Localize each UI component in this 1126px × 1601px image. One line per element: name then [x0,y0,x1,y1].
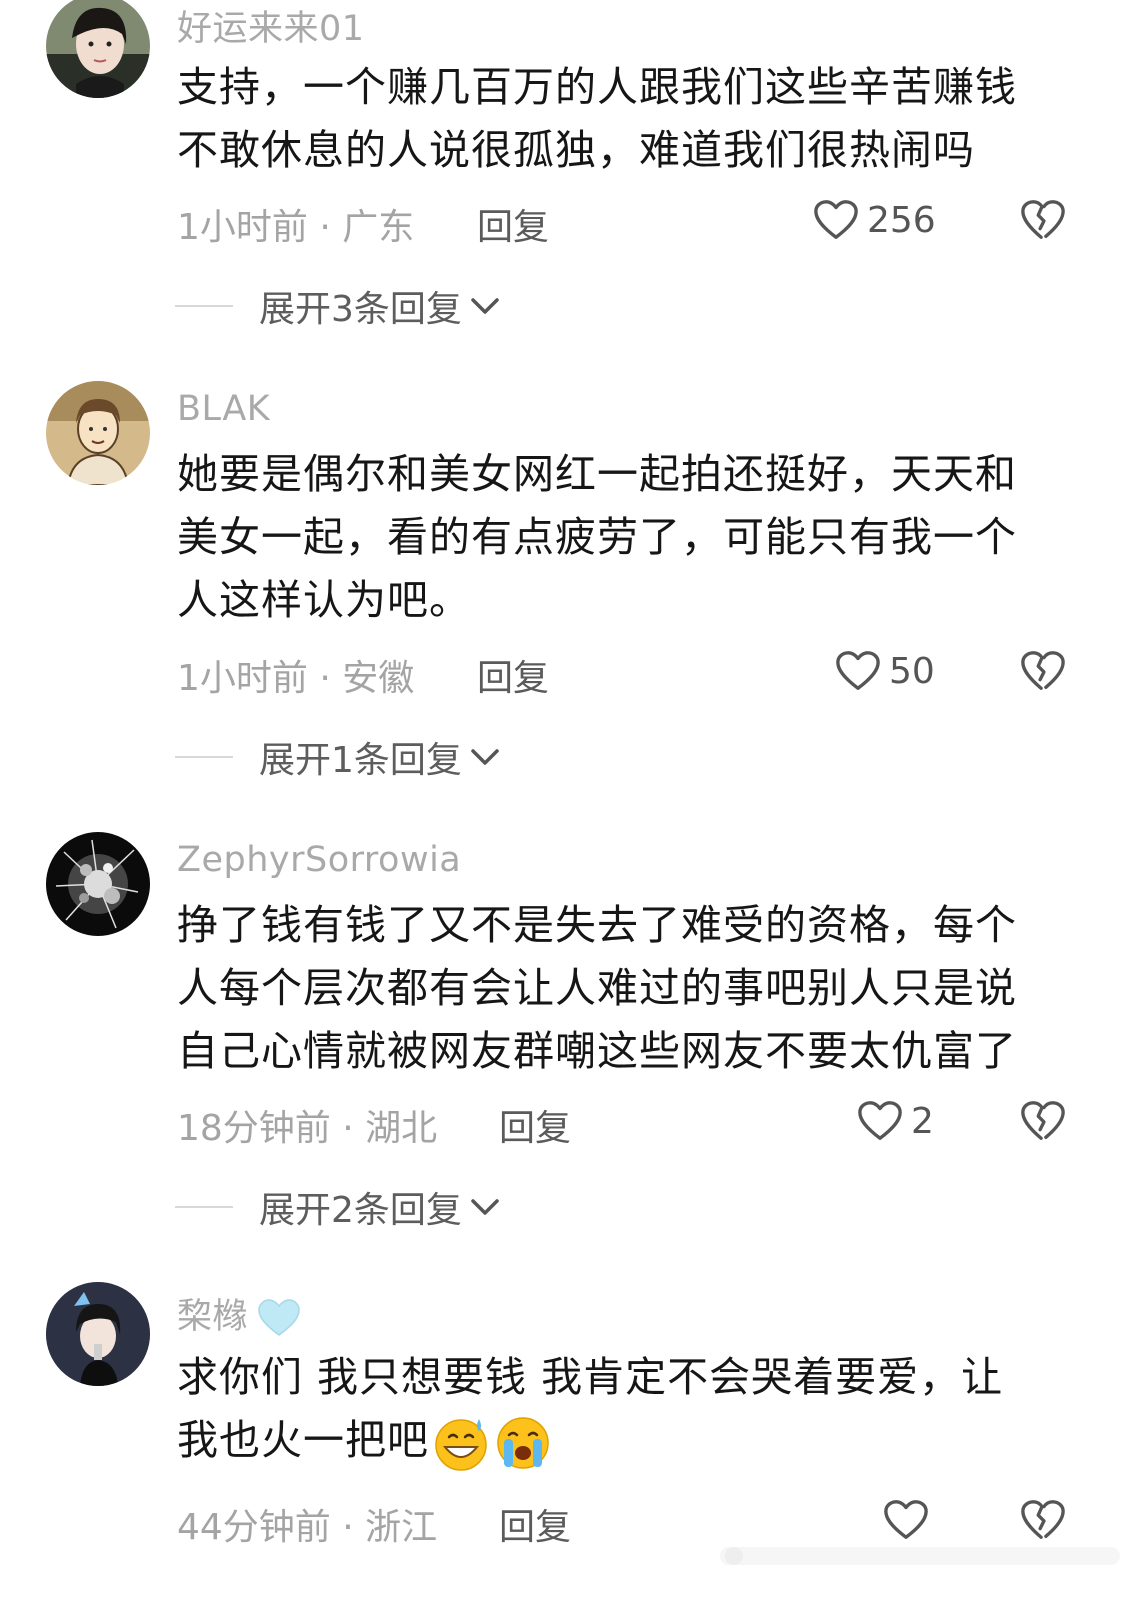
comment-meta: 1小时前 · 安徽 回复 50 [177,649,1066,699]
expand-replies-label: 展开1条回复 [259,740,462,781]
loudly-crying-emoji [497,1417,549,1469]
expand-replies-button[interactable]: 展开2条回复 [175,1185,500,1231]
broken-heart-icon [1021,200,1065,239]
like-button[interactable] [883,1498,937,1542]
time-location: 44分钟前 · 浙江 [177,1507,438,1548]
divider [175,305,233,307]
like-count: 50 [889,650,935,692]
avatar[interactable] [46,0,150,98]
heart-outline-icon [814,200,858,239]
comment-meta: 44分钟前 · 浙江 回复 [177,1498,1066,1548]
avatar[interactable] [46,381,150,485]
light-blue-heart-icon [258,1299,300,1336]
divider [175,1206,233,1208]
dislike-button[interactable] [1020,198,1066,251]
chevron-down-icon [471,749,499,765]
like-button[interactable]: 2 [857,1099,934,1143]
expand-replies-label: 展开3条回复 [259,289,462,330]
comment-text-line: 自己心情就被网友群嘲这些网友不要太仇富了 [177,1027,1017,1075]
reply-button[interactable]: 回复 [499,1498,571,1550]
broken-heart-icon [1021,1101,1065,1140]
broken-heart-icon [1021,1500,1065,1539]
chevron-down-icon [471,298,499,314]
like-button[interactable]: 256 [813,198,936,242]
time-location: 18分钟前 · 湖北 [177,1108,438,1149]
dislike-button[interactable] [1020,1099,1066,1152]
heart-outline-icon [884,1500,928,1539]
like-count: 2 [911,1100,934,1142]
avatar[interactable] [46,1282,150,1386]
heart-outline-icon [858,1101,902,1140]
comment-text-line: 人每个层次都有会让人难过的事吧别人只是说 [177,964,1017,1012]
comment-text: 求你们 我只想要钱 我肯定不会哭着要爱，让 我也火一把吧 [177,1346,1067,1473]
username[interactable]: 棃橼 [177,1288,302,1339]
expand-replies-button[interactable]: 展开1条回复 [175,735,500,781]
time-location: 1小时前 · 安徽 [177,658,415,699]
comment-text-line: 我也火一把吧 [177,1409,1067,1473]
expand-replies-button[interactable]: 展开3条回复 [175,284,500,330]
comment-text-line: 支持，一个赚几百万的人跟我们这些辛苦赚钱 [177,63,1017,111]
username-text: 棃橼 [177,1297,249,1337]
avatar[interactable] [46,832,150,936]
reply-button[interactable]: 回复 [477,198,549,250]
username[interactable]: BLAK [177,389,270,429]
like-count: 256 [867,199,936,241]
comment-meta: 1小时前 · 广东 回复 256 [177,198,1066,248]
reply-button[interactable]: 回复 [477,649,549,701]
time-location: 1小时前 · 广东 [177,207,415,248]
comment-text-line: 美女一起，看的有点疲劳了，可能只有我一个 [177,513,1017,561]
username[interactable]: 好运来来01 [177,0,365,51]
comment-text: 她要是偶尔和美女网红一起拍还挺好，天天和 美女一起，看的有点疲劳了，可能只有我一… [177,443,1067,632]
comment-meta: 18分钟前 · 湖北 回复 2 [177,1099,1066,1149]
comment-text-line: 不敢休息的人说很孤独，难道我们很热闹吗 [177,126,975,174]
comment-text: 支持，一个赚几百万的人跟我们这些辛苦赚钱 不敢休息的人说很孤独，难道我们很热闹吗 [177,56,1067,182]
expand-replies-label: 展开2条回复 [259,1190,462,1231]
chevron-down-icon [471,1199,499,1215]
comment-text-line: 人这样认为吧。 [177,576,471,624]
reply-button[interactable]: 回复 [499,1099,571,1151]
dislike-button[interactable] [1020,649,1066,702]
comment-text: 挣了钱有钱了又不是失去了难受的资格，每个 人每个层次都有会让人难过的事吧别人只是… [177,894,1067,1083]
comment-text-line: 求你们 我只想要钱 我肯定不会哭着要爱，让 [177,1353,1004,1401]
grinning-sweat-emoji [435,1419,487,1471]
heart-outline-icon [836,651,880,690]
watermark [720,1547,1120,1565]
comment-text-line: 挣了钱有钱了又不是失去了难受的资格，每个 [177,901,1017,949]
broken-heart-icon [1021,651,1065,690]
divider [175,756,233,758]
comment-text-line: 她要是偶尔和美女网红一起拍还挺好，天天和 [177,450,1017,498]
like-button[interactable]: 50 [835,649,935,693]
comment-text-segment: 我也火一把吧 [177,1416,429,1464]
username[interactable]: ZephyrSorrowia [177,840,461,880]
